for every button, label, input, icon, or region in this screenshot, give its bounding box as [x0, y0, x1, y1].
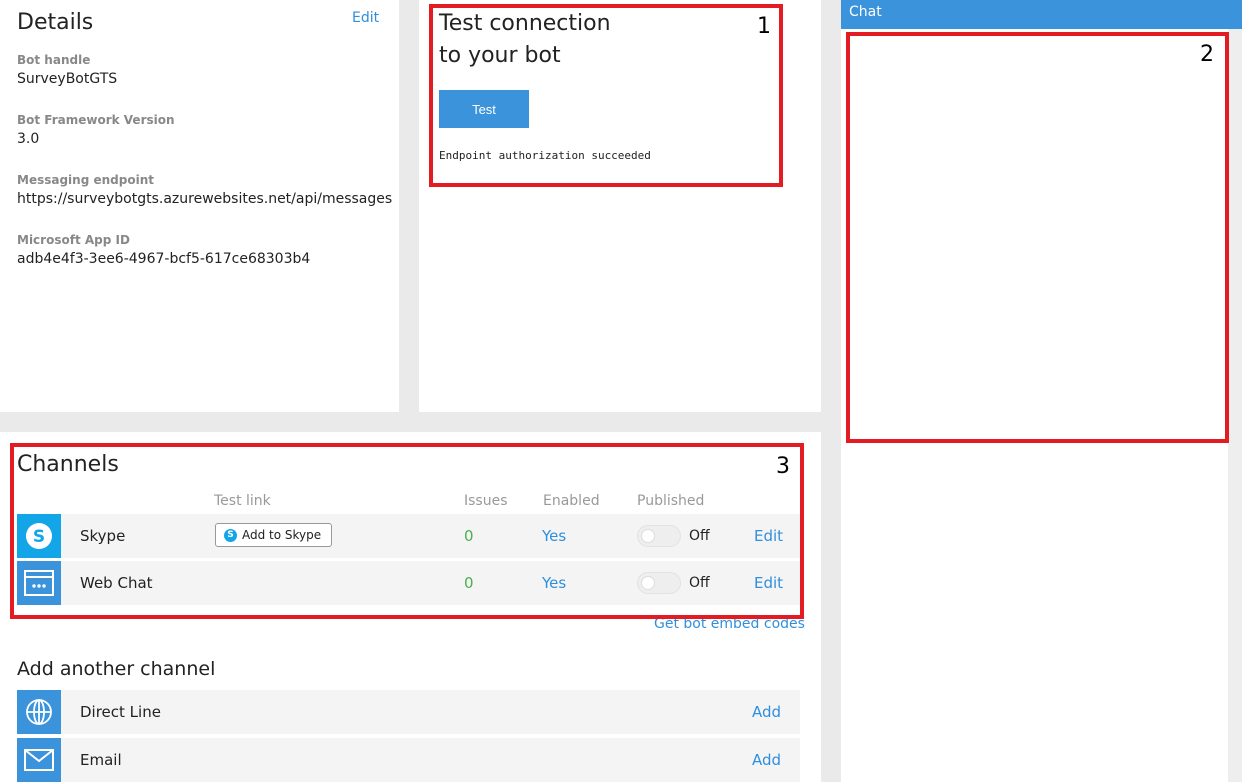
globe-icon — [17, 690, 61, 734]
annotation-label-2: 2 — [1200, 42, 1214, 67]
bot-handle-label: Bot handle — [17, 53, 91, 67]
add-channel-name: Email — [80, 751, 122, 769]
add-channel-title: Add another channel — [17, 658, 216, 680]
add-row-direct-line: Direct Line Add — [17, 690, 800, 734]
details-panel: Details Edit Bot handle SurveyBotGTS Bot… — [0, 0, 399, 412]
bot-handle-value: SurveyBotGTS — [17, 71, 118, 87]
mail-icon — [17, 738, 61, 782]
add-email-link[interactable]: Add — [752, 751, 781, 769]
add-row-email: Email Add — [17, 738, 800, 782]
framework-version-label: Bot Framework Version — [17, 113, 175, 127]
chat-header: Chat — [841, 0, 1242, 29]
add-direct-line-link[interactable]: Add — [752, 703, 781, 721]
app-id-label: Microsoft App ID — [17, 233, 130, 247]
annotation-label-1: 1 — [757, 14, 771, 39]
annotation-label-3: 3 — [776, 454, 790, 479]
app-id-value: adb4e4f3-3ee6-4967-bcf5-617ce68303b4 — [17, 251, 311, 267]
add-channel-name: Direct Line — [80, 703, 161, 721]
annotation-box-3 — [10, 443, 804, 619]
annotation-box-2 — [846, 32, 1229, 443]
messaging-endpoint-label: Messaging endpoint — [17, 173, 154, 187]
messaging-endpoint-value: https://surveybotgts.azurewebsites.net/a… — [17, 191, 393, 207]
details-title: Details — [17, 10, 94, 35]
details-edit-link[interactable]: Edit — [352, 10, 379, 26]
chat-scrollbar[interactable] — [1228, 29, 1242, 782]
annotation-box-1 — [429, 4, 783, 187]
framework-version-value: 3.0 — [17, 131, 40, 147]
